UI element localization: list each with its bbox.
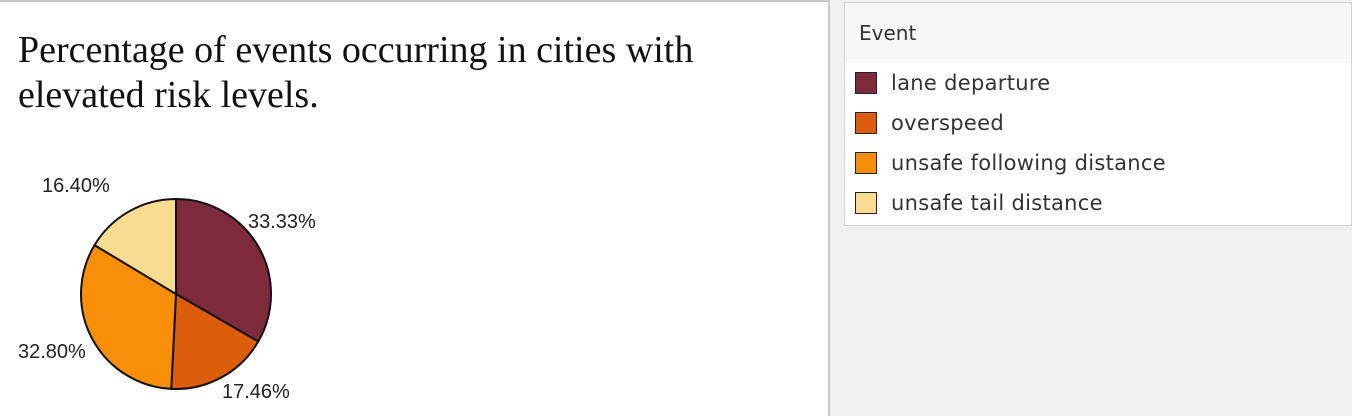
legend: Event lane departure overspeed unsafe foll…	[844, 2, 1352, 226]
pie-label-unsafe-tail-distance: 16.40%	[42, 175, 110, 197]
pie-chart: 33.33% 17.46% 32.80% 16.40%	[18, 175, 316, 403]
pie-label-lane-departure: 33.33%	[248, 211, 316, 233]
legend-item-unsafe-following-distance[interactable]: unsafe following distance	[845, 143, 1351, 183]
legend-item-unsafe-tail-distance[interactable]: unsafe tail distance	[845, 183, 1351, 223]
legend-item-overspeed[interactable]: overspeed	[845, 103, 1351, 143]
legend-swatch	[855, 152, 877, 174]
legend-swatch	[855, 192, 877, 214]
legend-swatch	[855, 112, 877, 134]
chart-panel: Percentage of events occurring in cities…	[0, 0, 830, 416]
pie-label-unsafe-following-distance: 32.80%	[18, 341, 86, 363]
legend-title: Event	[845, 3, 1351, 63]
pie-label-overspeed: 17.46%	[222, 381, 290, 403]
legend-label: lane departure	[891, 71, 1051, 95]
legend-swatch	[855, 72, 877, 94]
legend-label: overspeed	[891, 111, 1004, 135]
legend-label: unsafe tail distance	[891, 191, 1103, 215]
legend-list: lane departure overspeed unsafe following …	[845, 63, 1351, 223]
legend-label: unsafe following distance	[891, 151, 1166, 175]
legend-item-lane-departure[interactable]: lane departure	[845, 63, 1351, 103]
